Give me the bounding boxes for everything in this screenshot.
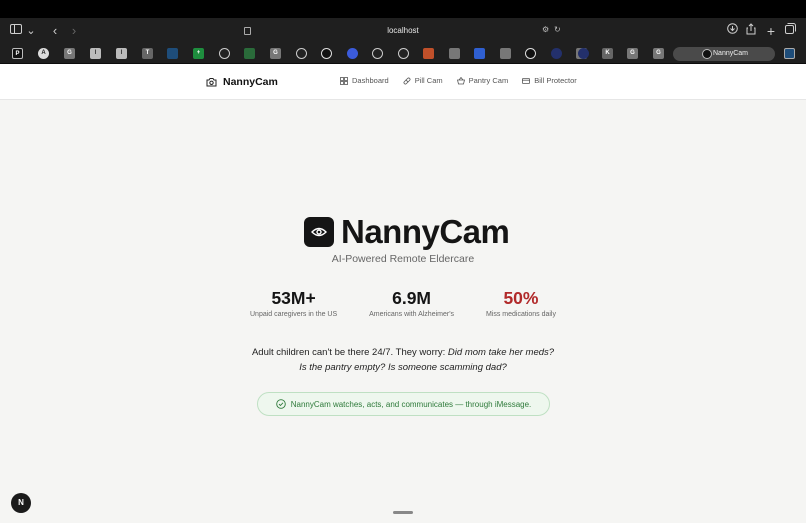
tab-overview-icon[interactable]	[784, 23, 797, 39]
favorite-icon[interactable]: G	[653, 48, 664, 59]
eye-logo-icon	[304, 217, 334, 247]
stat-label: Unpaid caregivers in the US	[250, 311, 338, 318]
download-icon[interactable]	[726, 23, 738, 39]
grid-icon	[340, 76, 348, 85]
stat-value: 53M+	[271, 288, 316, 308]
nav-pill-cam[interactable]: Pill Cam	[403, 76, 443, 85]
nav-bill-protector[interactable]: Bill Protector	[522, 76, 577, 85]
hero-pitch: Adult children can't be there 24/7. They…	[0, 345, 806, 375]
favorite-icon[interactable]: P	[12, 48, 23, 59]
check-circle-icon	[275, 399, 286, 409]
favorite-icon[interactable]	[244, 48, 255, 59]
hero-title: NannyCam	[341, 213, 510, 250]
forward-icon[interactable]: ›	[68, 23, 80, 39]
favorite-icon[interactable]	[525, 48, 536, 59]
nav-label: Pantry Cam	[468, 76, 509, 85]
card-icon	[522, 77, 531, 84]
nav-label: Pill Cam	[414, 76, 443, 85]
favorite-icon[interactable]	[551, 48, 562, 59]
imessage-callout: NannyCam watches, acts, and communicates…	[257, 392, 550, 416]
active-tab[interactable]: NannyCam	[673, 47, 775, 61]
address-bar[interactable]: localhost ⚙ ↻	[240, 22, 566, 40]
favorite-icon[interactable]	[784, 48, 795, 59]
hero-logo: NannyCam	[304, 213, 510, 250]
site-header: NannyCam Dashboard Pill Cam Pantry Cam B…	[0, 64, 806, 100]
browser-toolbar: ⌄ ‹ › localhost ⚙ ↻ +	[0, 18, 806, 44]
translate-icon[interactable]: ⚙	[542, 25, 549, 34]
chevron-down-icon[interactable]: ⌄	[26, 23, 36, 39]
dev-tools-badge[interactable]: N	[11, 493, 31, 513]
stat-alzheimers: 6.9M Americans with Alzheimer's	[369, 288, 454, 318]
brand-name: NannyCam	[223, 76, 278, 88]
favorite-icon[interactable]: A	[38, 48, 49, 59]
favorite-icon[interactable]	[578, 48, 589, 59]
new-tab-icon[interactable]: +	[765, 23, 777, 39]
favorite-icon[interactable]: I	[116, 48, 127, 59]
github-icon[interactable]	[219, 48, 230, 59]
stat-medications: 50% Miss medications daily	[486, 288, 556, 318]
favorite-icon[interactable]: +	[193, 48, 204, 59]
stats-row: 53M+ Unpaid caregivers in the US 6.9M Am…	[250, 288, 556, 318]
stat-caregivers: 53M+ Unpaid caregivers in the US	[250, 288, 337, 318]
favorite-icon[interactable]	[423, 48, 434, 59]
stat-value: 6.9M	[392, 288, 431, 308]
tab-favicon	[702, 49, 712, 59]
github-icon[interactable]	[372, 48, 383, 59]
favorite-icon[interactable]	[167, 48, 178, 59]
github-icon[interactable]	[398, 48, 409, 59]
menu-bar	[0, 0, 806, 18]
pitch-question: Did mom take her meds?	[447, 347, 555, 358]
camera-icon	[206, 78, 217, 87]
favorite-icon[interactable]: I	[90, 48, 101, 59]
sidebar-toggle-icon[interactable]	[9, 23, 23, 39]
pill-icon	[403, 77, 411, 84]
brand-link[interactable]: NannyCam	[206, 74, 278, 90]
favorite-icon[interactable]: G	[627, 48, 638, 59]
url-text: localhost	[387, 26, 419, 35]
share-icon[interactable]	[745, 23, 757, 39]
favorites-bar: P A G I I T + G G K G G NannyCam	[0, 44, 806, 64]
favorite-icon[interactable]	[500, 48, 511, 59]
pitch-question: Is the pantry empty? Is someone scamming…	[299, 362, 507, 373]
github-icon[interactable]	[296, 48, 307, 59]
hero-tagline: AI-Powered Remote Eldercare	[331, 253, 475, 265]
favorite-icon[interactable]: G	[64, 48, 75, 59]
favorite-icon[interactable]: K	[602, 48, 613, 59]
favorite-icon[interactable]	[321, 48, 332, 59]
nav-label: Dashboard	[352, 76, 389, 85]
favorite-icon[interactable]: G	[270, 48, 281, 59]
nav-dashboard[interactable]: Dashboard	[340, 76, 389, 85]
nav-label: Bill Protector	[534, 76, 577, 85]
favorite-icon[interactable]	[449, 48, 460, 59]
reload-icon[interactable]: ↻	[554, 25, 561, 34]
favorite-icon[interactable]: T	[142, 48, 153, 59]
favorite-icon[interactable]	[474, 48, 485, 59]
main-nav: Dashboard Pill Cam Pantry Cam Bill Prote…	[340, 76, 577, 85]
stat-label: Americans with Alzheimer's	[369, 311, 455, 318]
sparkle-icon[interactable]	[347, 48, 358, 59]
home-indicator	[393, 511, 413, 514]
nav-pantry-cam[interactable]: Pantry Cam	[456, 76, 509, 85]
pitch-lead: Adult children can't be there 24/7. They…	[251, 347, 448, 358]
callout-text: NannyCam watches, acts, and communicates…	[290, 399, 532, 409]
basket-icon	[456, 76, 465, 84]
back-icon[interactable]: ‹	[49, 23, 61, 39]
stat-label: Miss medications daily	[485, 311, 556, 318]
stat-value: 50%	[503, 288, 539, 308]
